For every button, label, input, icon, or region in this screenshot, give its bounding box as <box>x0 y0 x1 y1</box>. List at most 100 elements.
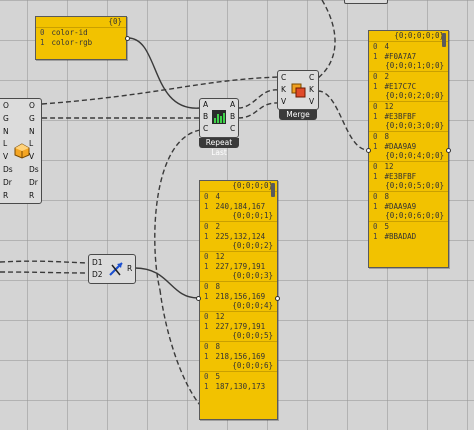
panel-hex-colors[interactable]: {0;0;0;0;0} 0 41 #F0A7A7 {0;0;0;1;0;0} 0 21… <box>368 30 449 268</box>
row-index: 0 <box>373 162 378 171</box>
row-index: 1 <box>204 321 209 331</box>
row-index: 1 <box>204 351 209 361</box>
wire-bottom[interactable] <box>159 289 201 406</box>
wire-in-d1[interactable] <box>0 260 89 264</box>
row-value: 218,156,169 <box>215 291 266 301</box>
row-index: 0 <box>204 342 209 351</box>
input-param-ds[interactable]: Ds <box>3 165 13 174</box>
input-param-dr[interactable]: Dr <box>3 178 12 187</box>
panel-output-grip[interactable] <box>446 148 451 153</box>
panel-row: 0 12 <box>200 312 277 322</box>
row-index: 1 <box>373 171 378 181</box>
row-index: 0 <box>204 192 209 201</box>
deconstruct-node[interactable]: O G N L V Ds Dr R O G N L V Ds Dr R <box>0 98 42 204</box>
row-value: 4 <box>384 42 390 51</box>
panel-row: 1 187,130,173 <box>200 382 277 392</box>
output-param-n[interactable]: N <box>29 127 35 136</box>
input-param-n[interactable]: N <box>3 127 9 136</box>
input-param-o[interactable]: O <box>3 101 9 110</box>
row-index: 0 <box>373 72 378 81</box>
panel-row: 0 12 <box>369 102 448 112</box>
row-value: 12 <box>215 312 225 321</box>
row-index: 1 <box>373 201 378 211</box>
wire-repeat-merge-1[interactable] <box>237 89 279 109</box>
row-value: 227,179,191 <box>215 321 266 331</box>
input-param-l[interactable]: L <box>3 139 7 148</box>
panel-row: 1 #F0A7A7 <box>369 52 448 62</box>
row-value: 227,179,191 <box>215 261 266 271</box>
panel-row: 0 2 <box>369 72 448 82</box>
panel-output-grip[interactable] <box>125 36 130 41</box>
branch-header: {0;0;0;4;0;0} <box>369 151 448 162</box>
wire-top-right[interactable] <box>317 0 336 79</box>
row-value: 8 <box>215 342 221 351</box>
panel-row: 1 227,179,191 <box>200 262 277 272</box>
row-index: 0 <box>40 28 45 37</box>
row-index: 1 <box>373 51 378 61</box>
partial-node-top[interactable] <box>344 0 388 4</box>
panel-row: 0 5 <box>200 372 277 382</box>
row-index: 1 <box>373 141 378 151</box>
row-value: 187,130,173 <box>215 381 266 391</box>
branch-header: {0;0;0;6;0;0} <box>369 211 448 222</box>
row-value: #DAA9A9 <box>384 201 417 211</box>
branch-header: {0;0;0;5} <box>200 331 277 342</box>
panel-scrollbar[interactable] <box>271 183 275 197</box>
panel-row: 1 #E17C7C <box>369 82 448 92</box>
dd-node[interactable]: D1 D2 R <box>88 254 136 284</box>
row-value: 225,132,124 <box>215 231 266 241</box>
row-value: 2 <box>384 72 390 81</box>
branch-header: {0;0;0;3} <box>200 271 277 282</box>
row-value: 12 <box>215 252 225 261</box>
panel-row: 0 8 <box>200 282 277 292</box>
row-index: 1 <box>40 37 45 47</box>
input-param-g[interactable]: G <box>3 114 9 123</box>
branch-header: {0;0;0;1;0;0} <box>369 61 448 72</box>
row-value: 8 <box>384 192 390 201</box>
repeat-last-title: Repeat Last <box>199 138 239 157</box>
merge-title: Merge <box>279 110 317 120</box>
panel-row: 1 #E3BFBF <box>369 172 448 182</box>
output-param-dr[interactable]: Dr <box>29 178 38 187</box>
output-param-g[interactable]: G <box>29 114 35 123</box>
input-param-r[interactable]: R <box>3 191 8 200</box>
row-index: 0 <box>373 132 378 141</box>
panel-color-keys[interactable]: {0} 0 color-id 1 color-rgb <box>35 16 127 60</box>
panel-row: 1 #E3BFBF <box>369 112 448 122</box>
panel-header: {0} <box>36 17 126 28</box>
panel-row: 0 8 <box>369 132 448 142</box>
panel-scrollbar[interactable] <box>442 33 446 47</box>
panel-row: 0 2 <box>200 222 277 232</box>
panel-input-grip[interactable] <box>366 148 371 153</box>
wire-merge-panel[interactable] <box>317 90 369 151</box>
panel-output-grip[interactable] <box>275 296 280 301</box>
row-index: 1 <box>204 291 209 301</box>
input-param-v[interactable]: V <box>3 152 8 161</box>
row-value: 5 <box>215 372 221 381</box>
row-value: 8 <box>215 282 221 291</box>
wire-dd-panel[interactable] <box>134 267 199 299</box>
wire-repeat-down[interactable] <box>154 129 201 291</box>
wire-repeat-merge-2[interactable] <box>237 102 279 119</box>
row-index: 0 <box>373 192 378 201</box>
row-index: 0 <box>373 222 378 231</box>
output-param-ds[interactable]: Ds <box>29 165 39 174</box>
branch-header: {0;0;0;0;0} <box>369 31 448 42</box>
row-value: 12 <box>384 162 394 171</box>
output-param-r[interactable]: R <box>29 191 34 200</box>
merge-node[interactable]: C K V C K V <box>277 70 319 110</box>
branch-header: {0;0;0;5;0;0} <box>369 181 448 192</box>
wire-colorid-a[interactable] <box>127 37 201 109</box>
row-value: #E3BFBF <box>384 111 417 121</box>
wire-in-d2[interactable] <box>0 271 89 274</box>
row-index: 0 <box>204 252 209 261</box>
row-index: 1 <box>204 381 209 391</box>
panel-row: 1 color-rgb <box>36 38 126 48</box>
output-param-o[interactable]: O <box>29 101 35 110</box>
panel-input-grip[interactable] <box>196 296 201 301</box>
branch-header: {0;0;0;6} <box>200 361 277 372</box>
panel-row: 0 8 <box>200 342 277 352</box>
repeat-last-node[interactable]: A B C A B C <box>199 98 239 138</box>
panel-rgb-values[interactable]: {0;0;0;0} 0 41 240,184,167 {0;0;0;1} 0 21 2… <box>199 180 278 420</box>
panel-row: 1 #DAA9A9 <box>369 142 448 152</box>
